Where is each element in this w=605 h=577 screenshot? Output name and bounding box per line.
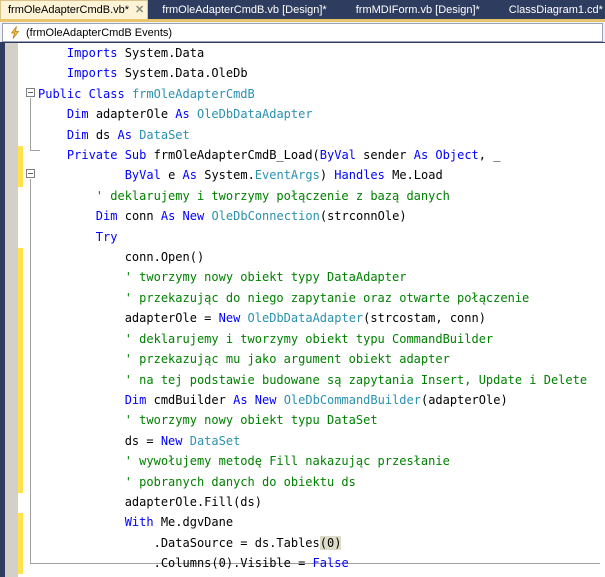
fold-toggle-sub-icon[interactable] [26, 169, 35, 178]
tab-classdiagram1-cd[interactable]: ClassDiagram1.cd* [487, 0, 605, 19]
tab-label: frmMDIForm.vb [Design]* [355, 3, 480, 16]
editor-left-edge [0, 43, 5, 577]
source-code[interactable]: Imports System.Data Imports System.Data.… [38, 43, 587, 577]
code-text-area[interactable]: Imports System.Data Imports System.Data.… [24, 43, 605, 577]
tab-label: frmOleAdapterCmdB.vb [Design]* [162, 3, 327, 16]
change-bar [18, 146, 23, 187]
outlining-margin[interactable] [24, 43, 600, 577]
fold-toggle-class-icon[interactable] [26, 88, 35, 97]
code-editor-surface[interactable]: Imports System.Data Imports System.Data.… [0, 43, 605, 577]
change-bar [18, 248, 23, 493]
visual-studio-code-editor-window: frmOleAdapterCmdB.vb* ✕ frmOleAdapterCmd… [0, 0, 605, 577]
tab-frmmdiform-vb-design[interactable]: frmMDIForm.vb [Design]* [334, 0, 487, 19]
member-dropdown[interactable]: (frmOleAdapterCmdB Events) [2, 23, 603, 42]
tab-frmoleadaptercmdb-vb-design[interactable]: frmOleAdapterCmdB.vb [Design]* [148, 0, 333, 19]
close-icon[interactable]: ✕ [135, 4, 144, 16]
fold-guide-line [30, 179, 31, 564]
change-bar [18, 513, 23, 574]
tab-label: frmOleAdapterCmdB.vb* [8, 4, 130, 16]
tab-label: ClassDiagram1.cd* [508, 3, 603, 16]
events-lightning-icon [10, 26, 20, 39]
member-dropdown-value: (frmOleAdapterCmdB Events) [26, 26, 173, 39]
document-tab-strip: frmOleAdapterCmdB.vb* ✕ frmOleAdapterCmd… [0, 0, 605, 19]
fold-guide-line [30, 98, 31, 151]
tab-frmoleadaptercmdb-vb[interactable]: frmOleAdapterCmdB.vb* ✕ [0, 0, 149, 19]
code-navigation-bar: (frmOleAdapterCmdB Events) [0, 22, 605, 43]
